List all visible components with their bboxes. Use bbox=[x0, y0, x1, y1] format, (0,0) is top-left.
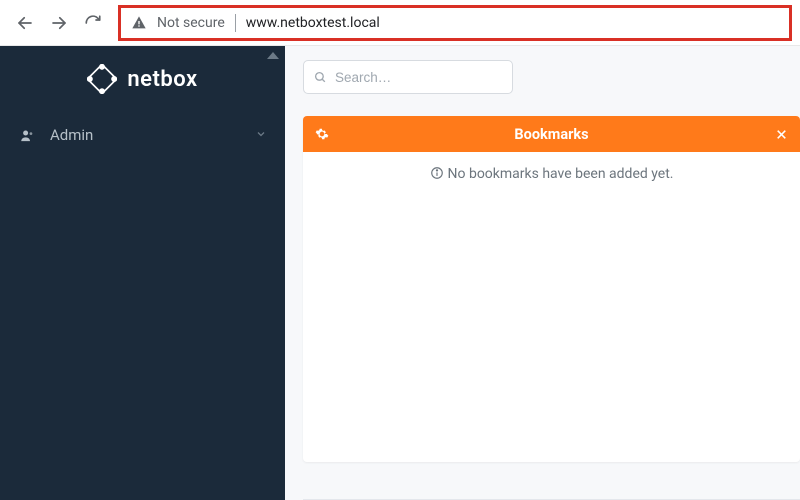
brand[interactable]: netbox bbox=[0, 46, 285, 116]
info-icon bbox=[430, 166, 444, 180]
main-content: Bookmarks No bookmarks have been added y… bbox=[285, 46, 800, 500]
address-bar-highlighted[interactable]: Not secure www.netboxtest.local bbox=[118, 5, 792, 41]
user-icon bbox=[18, 126, 36, 144]
bookmarks-card-body: No bookmarks have been added yet. bbox=[303, 152, 800, 462]
security-label: Not secure bbox=[157, 15, 225, 31]
bookmarks-card-header: Bookmarks bbox=[303, 116, 800, 152]
sidebar-item-label: Admin bbox=[50, 126, 93, 144]
bookmarks-card-title: Bookmarks bbox=[514, 126, 588, 143]
bookmarks-empty-text: No bookmarks have been added yet. bbox=[448, 166, 674, 182]
brand-name: netbox bbox=[127, 67, 197, 92]
forward-button[interactable] bbox=[42, 6, 76, 40]
close-icon[interactable] bbox=[775, 128, 788, 141]
netbox-logo-icon bbox=[87, 64, 117, 94]
reload-button[interactable] bbox=[76, 6, 110, 40]
warning-icon bbox=[131, 15, 147, 31]
search-icon bbox=[314, 71, 327, 84]
browser-toolbar: Not secure www.netboxtest.local bbox=[0, 0, 800, 46]
url-text: www.netboxtest.local bbox=[246, 15, 380, 31]
search-input[interactable] bbox=[335, 70, 502, 85]
gear-icon[interactable] bbox=[315, 127, 329, 141]
address-separator bbox=[235, 14, 236, 32]
back-button[interactable] bbox=[8, 6, 42, 40]
sidebar: netbox Admin bbox=[0, 46, 285, 500]
chevron-down-icon bbox=[255, 126, 267, 144]
sidebar-item-admin[interactable]: Admin bbox=[0, 116, 285, 154]
sidebar-collapse-toggle[interactable] bbox=[267, 52, 279, 59]
search-box[interactable] bbox=[303, 60, 513, 94]
bookmarks-card: Bookmarks No bookmarks have been added y… bbox=[303, 116, 800, 462]
